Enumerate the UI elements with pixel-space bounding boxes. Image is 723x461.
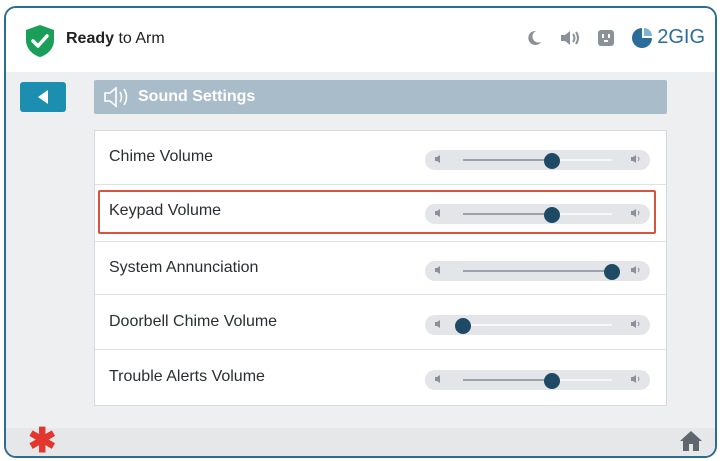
- setting-row-keypad[interactable]: Keypad Volume: [95, 185, 666, 239]
- settings-list: Chime Volume Keypad Volume System Annunc…: [94, 130, 667, 406]
- slider-track: [463, 373, 612, 389]
- volume-slider[interactable]: [425, 315, 650, 335]
- setting-row-chime[interactable]: Chime Volume: [95, 131, 666, 185]
- volume-slider[interactable]: [425, 204, 650, 224]
- volume-high-icon: [631, 375, 640, 383]
- device-screen: Ready to Arm 2GIG Sound Settings Chime V…: [4, 6, 717, 458]
- home-icon[interactable]: [679, 430, 703, 452]
- page-title: Sound Settings: [138, 88, 256, 105]
- back-button[interactable]: [20, 82, 66, 112]
- slider-thumb[interactable]: [544, 153, 561, 169]
- slider-thumb[interactable]: [544, 373, 561, 389]
- setting-label: Trouble Alerts Volume: [109, 368, 265, 385]
- speaker-icon[interactable]: [559, 27, 581, 49]
- volume-high-icon: [631, 209, 640, 217]
- setting-label: Doorbell Chime Volume: [109, 313, 278, 330]
- top-icons: 2GIG: [523, 26, 705, 49]
- slider-thumb[interactable]: [544, 207, 561, 223]
- status-bar: Ready to Arm 2GIG: [6, 8, 715, 72]
- slider-track: [455, 318, 612, 334]
- volume-high-icon: [631, 320, 640, 328]
- section-header: Sound Settings: [94, 80, 667, 114]
- brand-name: 2GIG: [657, 26, 705, 48]
- asterisk-icon[interactable]: ✱: [28, 424, 57, 456]
- volume-low-icon: [435, 375, 440, 383]
- outlet-icon[interactable]: [595, 27, 617, 49]
- volume-slider[interactable]: [425, 370, 650, 390]
- brand-logo: 2GIG: [631, 26, 705, 49]
- status-bold: Ready: [66, 30, 115, 47]
- slider-track: [463, 264, 620, 280]
- setting-label: Keypad Volume: [109, 202, 222, 219]
- volume-low-icon: [435, 266, 440, 274]
- slider-thumb[interactable]: [604, 264, 620, 280]
- shield-check-icon: [26, 25, 54, 57]
- volume-low-icon: [435, 320, 440, 328]
- back-arrow-icon: [38, 90, 48, 104]
- setting-row-trouble[interactable]: Trouble Alerts Volume: [95, 351, 666, 405]
- volume-high-icon: [631, 155, 640, 163]
- setting-label: System Annunciation: [109, 259, 259, 276]
- volume-high-icon: [631, 266, 640, 274]
- setting-label: Chime Volume: [109, 148, 214, 165]
- moon-icon[interactable]: [523, 27, 545, 49]
- volume-slider[interactable]: [425, 150, 650, 170]
- volume-slider[interactable]: [425, 261, 650, 281]
- status-rest: to Arm: [114, 30, 165, 47]
- speaker-icon: [104, 86, 128, 108]
- slider-track: [463, 153, 612, 169]
- volume-low-icon: [435, 155, 440, 163]
- arm-status: Ready to Arm: [66, 30, 165, 48]
- slider-thumb[interactable]: [455, 318, 471, 334]
- bottom-bar: ✱: [6, 424, 715, 456]
- slider-track: [463, 207, 612, 223]
- brand-mark-icon: [632, 27, 653, 48]
- setting-row-doorbell[interactable]: Doorbell Chime Volume: [95, 296, 666, 350]
- volume-low-icon: [435, 209, 440, 217]
- setting-row-annunciation[interactable]: System Annunciation: [95, 241, 666, 295]
